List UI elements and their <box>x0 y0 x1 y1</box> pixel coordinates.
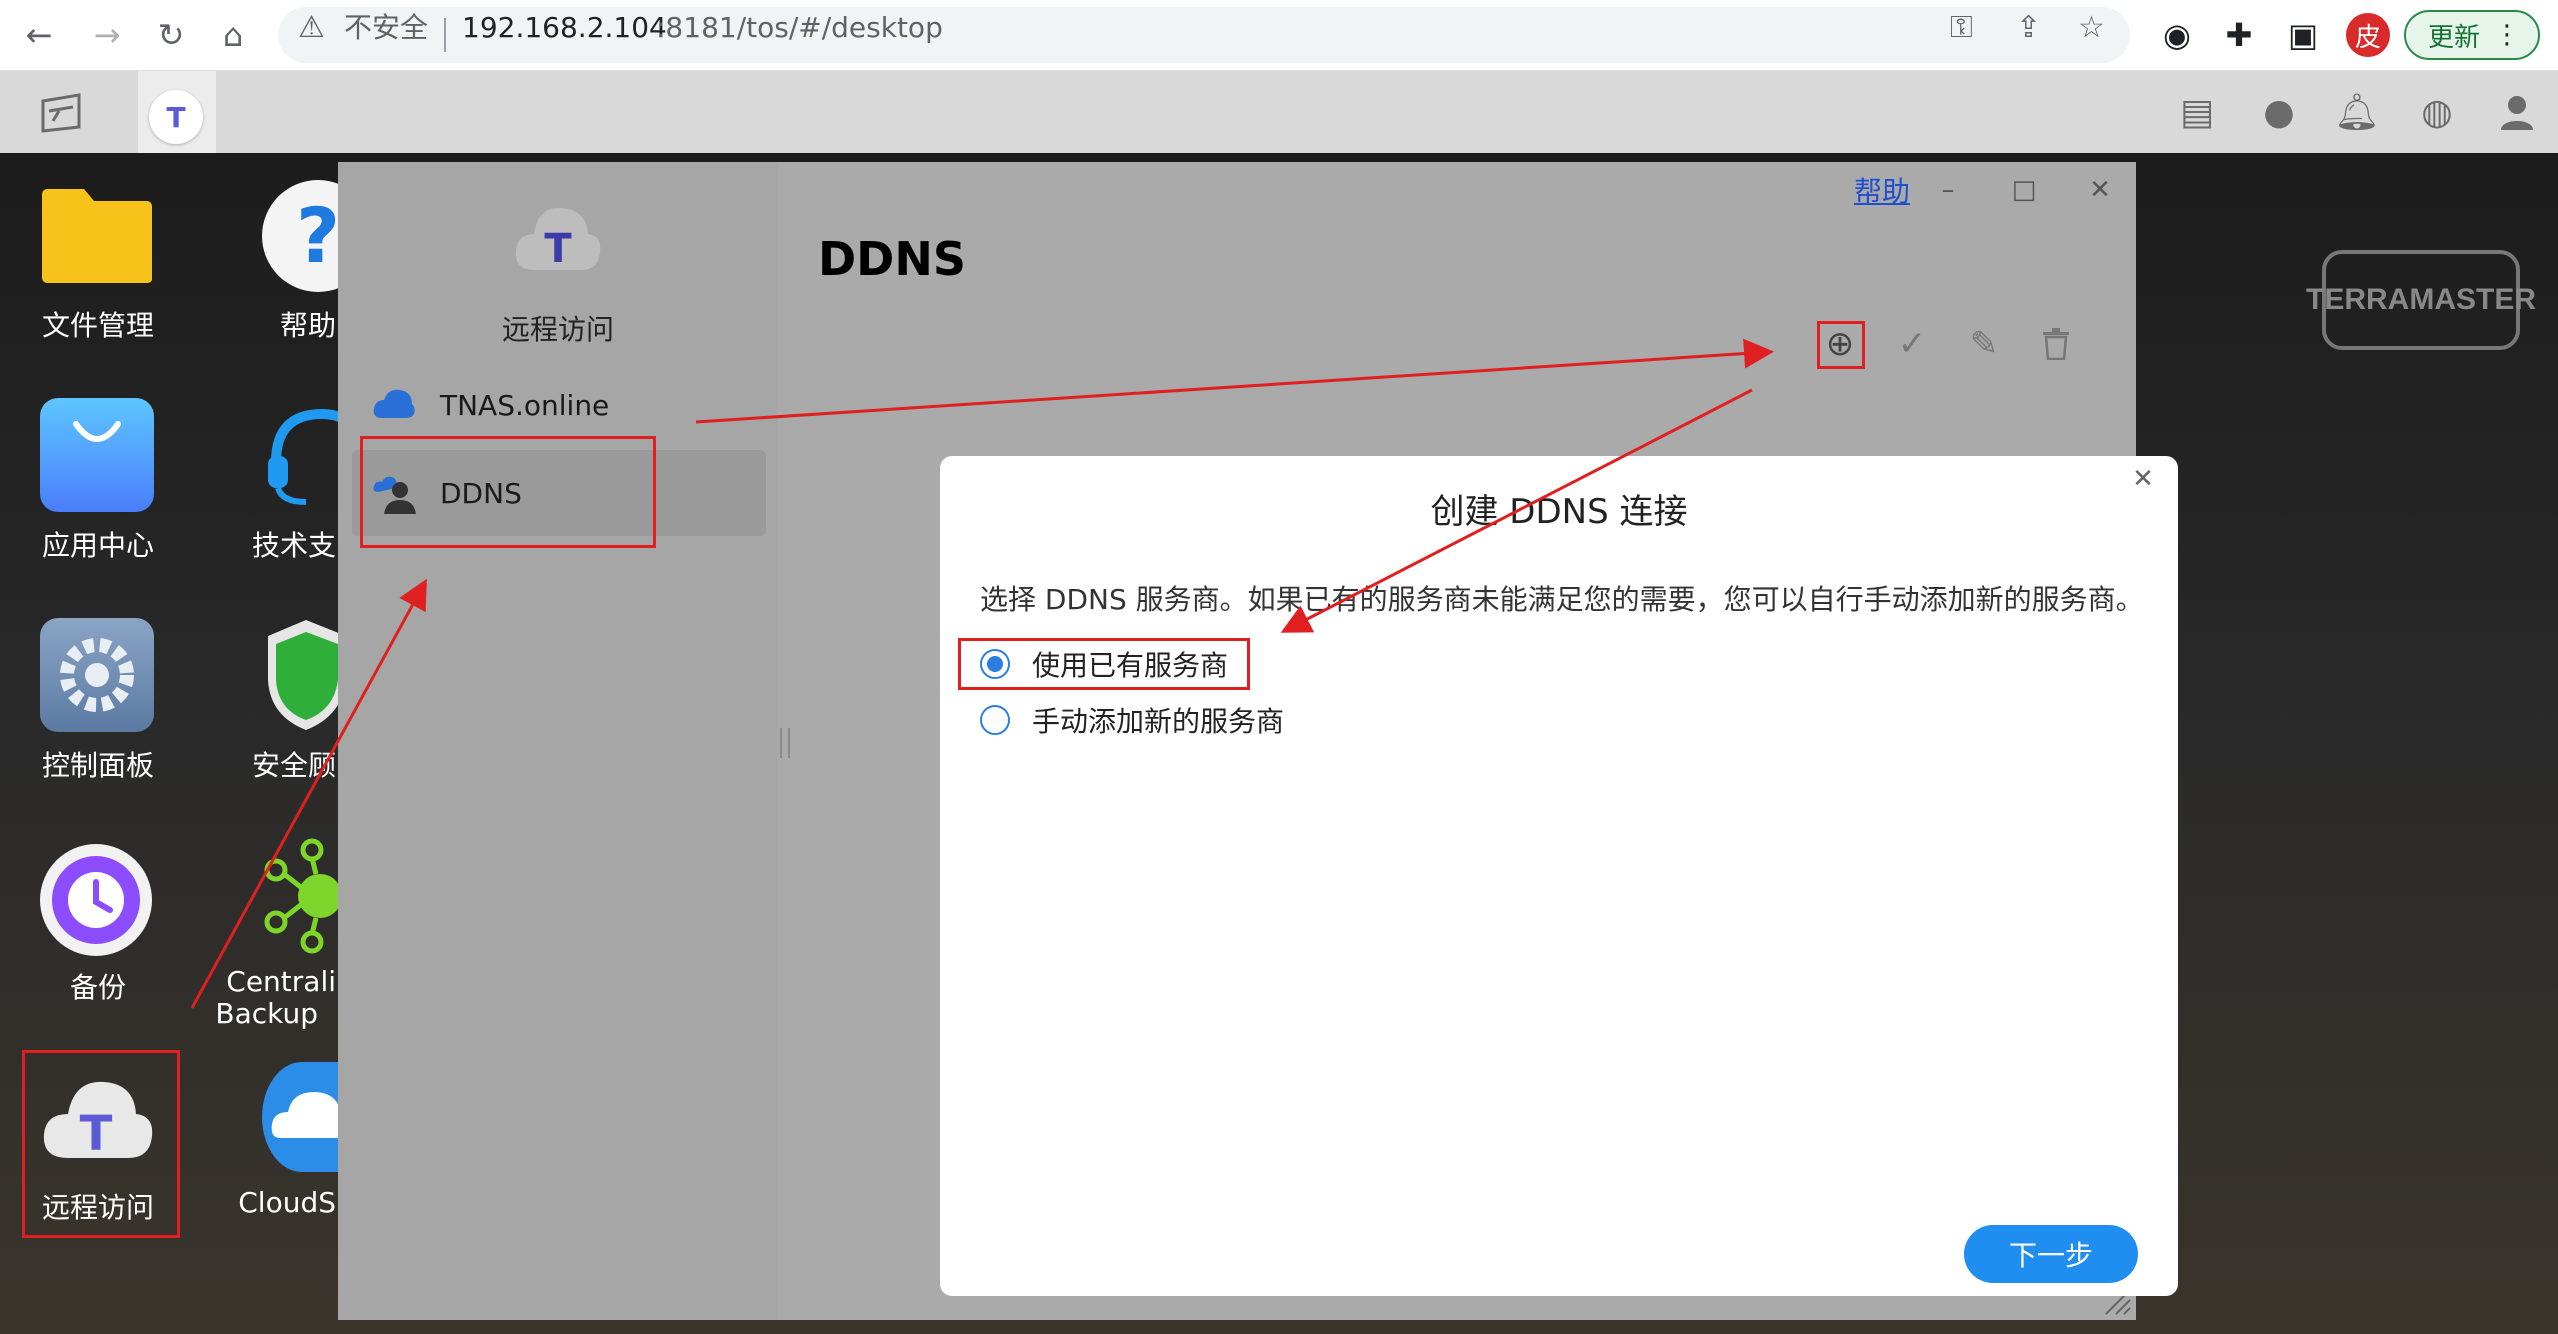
annotation-arrows <box>190 338 1774 1009</box>
